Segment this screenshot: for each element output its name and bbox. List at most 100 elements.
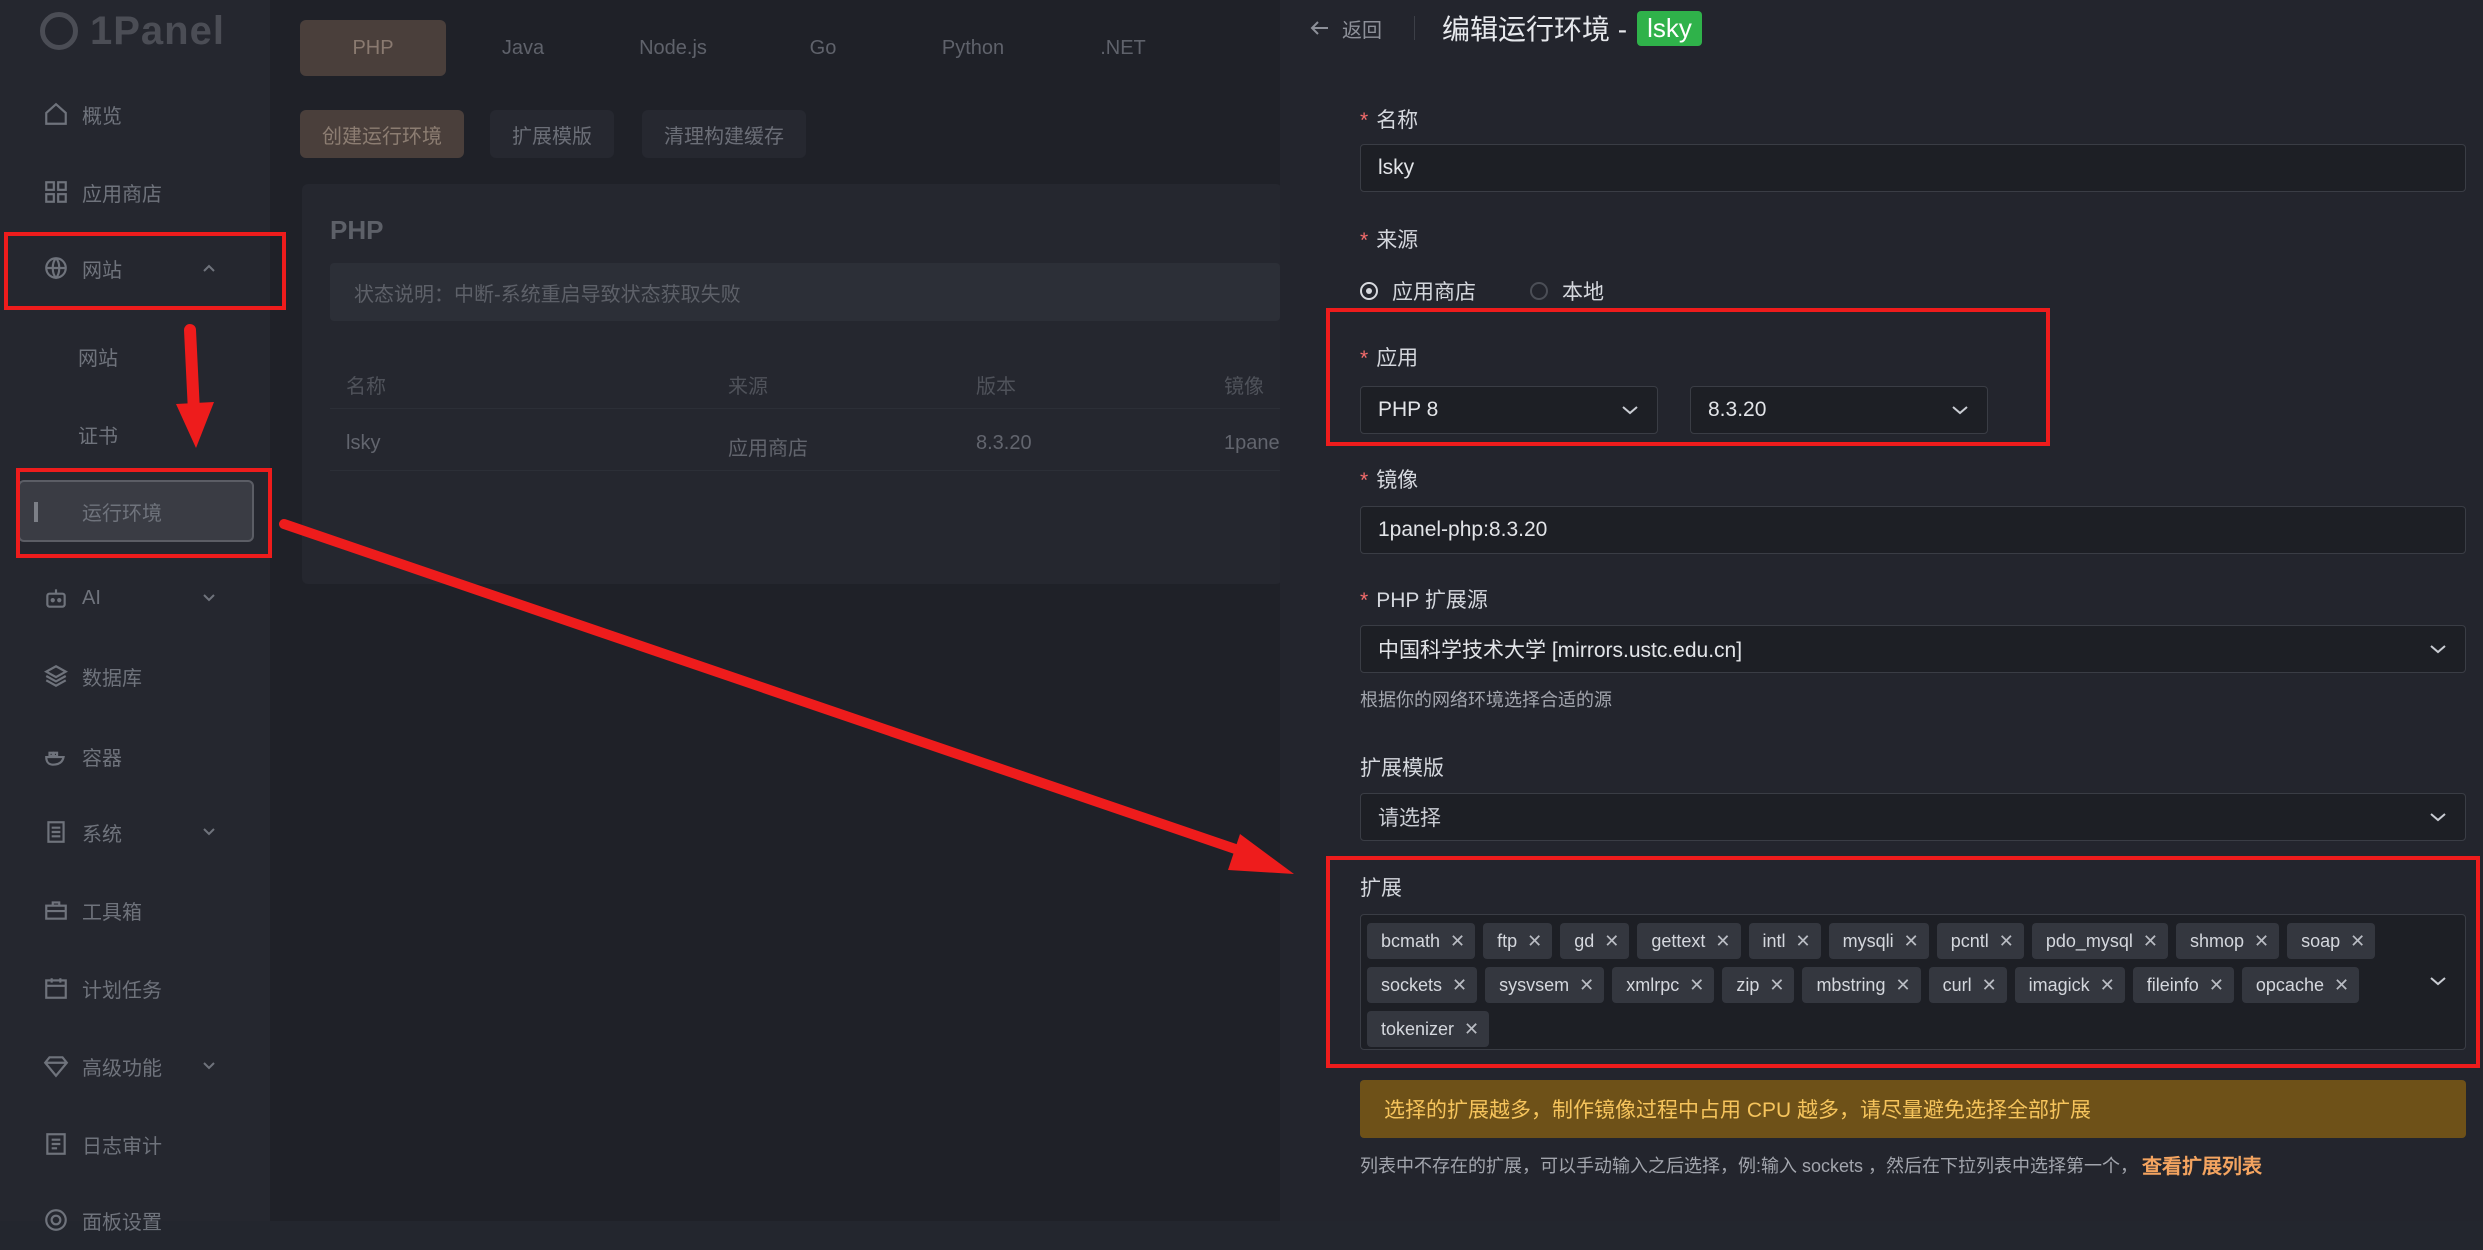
divider	[1414, 16, 1415, 40]
table-cell: 8.3.20	[976, 432, 1032, 454]
sidebar-item-label: 概览	[82, 105, 122, 128]
status-note: 状态说明：中断-系统重启导致状态获取失败	[330, 263, 1280, 321]
chevron-down-icon	[203, 1062, 215, 1070]
sidebar-item-label: 系统	[82, 823, 122, 846]
drawer-title: 编辑运行环境 - lsky	[1442, 8, 1702, 48]
sidebar-item-toolbox[interactable]: 工具箱	[16, 880, 256, 940]
chevron-down-icon	[2430, 813, 2446, 822]
ext-source-label: * PHP 扩展源	[1360, 589, 1488, 612]
tab-dotnet[interactable]: .NET	[1050, 20, 1196, 76]
radio-app-store[interactable]	[1360, 282, 1378, 300]
back-button[interactable]: 返回	[1310, 10, 1382, 46]
sidebar-item-label: 容器	[82, 747, 122, 770]
view-extension-list-link[interactable]: 查看扩展列表	[2142, 1150, 2262, 1179]
back-label: 返回	[1342, 19, 1382, 42]
chevron-down-icon	[203, 594, 215, 602]
chevron-down-icon	[2430, 645, 2446, 654]
cpu-warning: 选择的扩展越多，制作镜像过程中占用 CPU 越多，请尽量避免选择全部扩展	[1360, 1080, 2466, 1138]
ext-source-select[interactable]: 中国科学技术大学 [mirrors.ustc.edu.cn]	[1360, 625, 2466, 673]
section-title: PHP	[330, 215, 384, 245]
arrow-left-icon	[1310, 21, 1328, 35]
column-header: 版本	[976, 376, 1016, 398]
ext-template-label: 扩展模版	[1360, 757, 1444, 780]
diamond-icon	[42, 1052, 70, 1080]
extensions-hint: 列表中不存在的扩展，可以手动输入之后选择，例:输入 sockets ，然后在下拉…	[1360, 1150, 2262, 1179]
sidebar-item-container[interactable]: 容器	[16, 726, 256, 786]
robot-icon	[42, 584, 70, 612]
chevron-down-icon	[203, 828, 215, 836]
sidebar-item-advanced[interactable]: 高级功能	[16, 1036, 256, 1096]
name-label: * 名称	[1360, 109, 1419, 132]
hint-text: 列表中不存在的扩展，可以手动输入之后选择，例:输入 sockets ，然后在下拉…	[1360, 1155, 2139, 1176]
annotation-box	[1326, 308, 2050, 446]
name-input[interactable]: lsky	[1360, 144, 2466, 192]
sidebar-item-app-store[interactable]: 应用商店	[16, 162, 256, 222]
sidebar-subitem-websites[interactable]: 网站	[16, 326, 256, 386]
image-input[interactable]: 1panel-php:8.3.20	[1360, 506, 2466, 554]
tab-java[interactable]: Java	[450, 20, 596, 76]
annotation-box	[4, 232, 286, 310]
annotation-box	[16, 468, 272, 558]
sidebar-item-system[interactable]: 系统	[16, 802, 256, 862]
source-label: * 来源	[1360, 229, 1419, 252]
sidebar-item-logs[interactable]: 日志审计	[16, 1114, 256, 1174]
table-cell: 1panel	[1224, 432, 1285, 454]
sidebar-item-label: 计划任务	[82, 979, 162, 1002]
sidebar-item-label: 数据库	[82, 667, 142, 690]
tab-go[interactable]: Go	[750, 20, 896, 76]
sidebar-item-label: 面板设置	[82, 1211, 162, 1234]
sidebar-subitem-certificates[interactable]: 证书	[16, 404, 256, 464]
extension-template-button[interactable]: 扩展模版	[490, 110, 614, 158]
table-cell[interactable]: lsky	[346, 432, 380, 455]
ext-source-hint: 根据你的网络环境选择合适的源	[1360, 690, 1612, 710]
sidebar-item-label: 日志审计	[82, 1135, 162, 1158]
sidebar-item-label: 证书	[78, 425, 118, 448]
radio-local[interactable]	[1530, 282, 1548, 300]
select-placeholder: 请选择	[1378, 807, 1441, 830]
home-icon	[42, 100, 70, 128]
column-header: 来源	[728, 376, 768, 398]
tab-python[interactable]: Python	[900, 20, 1046, 76]
clear-build-cache-button[interactable]: 清理构建缓存	[642, 110, 806, 158]
app-store-icon	[42, 178, 70, 206]
tab-php[interactable]: PHP	[300, 20, 446, 76]
database-icon	[42, 662, 70, 690]
sidebar-item-ai[interactable]: AI	[16, 568, 256, 628]
table-cell: 应用商店	[728, 438, 808, 460]
sidebar-item-settings[interactable]: 面板设置	[16, 1190, 256, 1250]
system-icon	[42, 818, 70, 846]
sidebar-item-label: 网站	[78, 347, 118, 370]
tab-nodejs[interactable]: Node.js	[600, 20, 746, 76]
divider	[330, 408, 1280, 409]
logo-icon	[40, 12, 78, 50]
drawer-title-text: 编辑运行环境 -	[1442, 14, 1628, 45]
log-icon	[42, 1130, 70, 1158]
radio-label: 本地	[1562, 281, 1604, 304]
container-icon	[42, 742, 70, 770]
divider	[330, 470, 1280, 471]
image-label: * 镜像	[1360, 469, 1419, 492]
brand-name: 1Panel	[90, 8, 225, 53]
sidebar-item-label: 高级功能	[82, 1057, 162, 1080]
runtime-name-tag: lsky	[1637, 10, 1702, 46]
toolbox-icon	[42, 896, 70, 924]
column-header: 镜像	[1224, 376, 1264, 398]
annotation-box	[1326, 856, 2480, 1068]
sidebar: 1Panel 概览 应用商店 网站 网站 证书 运行环境 AI 数据库 容器 系…	[0, 0, 270, 1234]
sidebar-item-label: 应用商店	[82, 183, 162, 206]
ext-template-select[interactable]: 请选择	[1360, 793, 2466, 841]
source-radio-group: 应用商店 本地	[1360, 274, 1604, 308]
sidebar-item-label: AI	[82, 586, 101, 609]
column-header: 名称	[346, 376, 386, 398]
runtime-card	[302, 184, 1282, 584]
sidebar-item-label: 工具箱	[82, 901, 142, 924]
sidebar-item-overview[interactable]: 概览	[16, 84, 256, 144]
sidebar-item-database[interactable]: 数据库	[16, 646, 256, 706]
settings-icon	[42, 1206, 70, 1234]
create-runtime-button[interactable]: 创建运行环境	[300, 110, 464, 158]
brand-logo[interactable]: 1Panel	[40, 4, 225, 58]
select-value: 中国科学技术大学 [mirrors.ustc.edu.cn]	[1378, 639, 1743, 662]
sidebar-item-cron[interactable]: 计划任务	[16, 958, 256, 1018]
calendar-icon	[42, 974, 70, 1002]
radio-label: 应用商店	[1392, 281, 1476, 304]
